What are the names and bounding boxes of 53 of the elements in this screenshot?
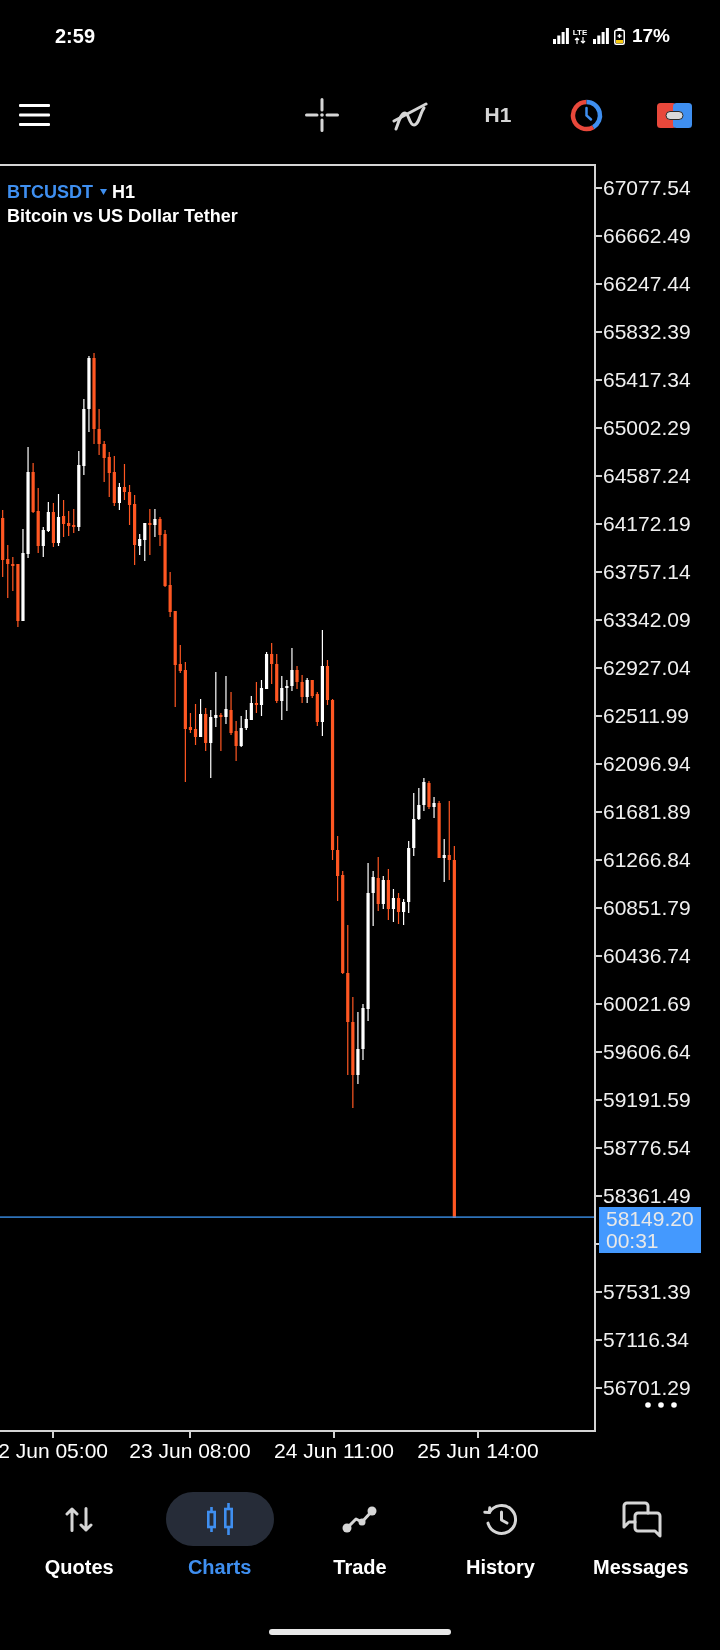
symbol-description: Bitcoin vs US Dollar Tether bbox=[7, 205, 238, 228]
price-axis-label: 65002.29 bbox=[596, 416, 691, 440]
nav-tab[interactable]: Quotes bbox=[25, 1492, 134, 1579]
dropdown-caret-icon bbox=[100, 189, 107, 195]
price-axis-label: 64587.24 bbox=[596, 464, 691, 488]
candlestick-icon[interactable] bbox=[205, 1503, 234, 1535]
signal-icon bbox=[592, 28, 609, 44]
timeframe-button[interactable]: H1 bbox=[480, 98, 516, 132]
price-axis-label: 64172.19 bbox=[596, 512, 691, 536]
nav-tab[interactable]: Trade bbox=[306, 1492, 414, 1579]
price-axis-label: 59191.59 bbox=[596, 1088, 691, 1112]
price-axis-label: 63342.09 bbox=[596, 608, 691, 632]
history-icon[interactable] bbox=[482, 1502, 518, 1536]
price-axis-label: 62096.94 bbox=[596, 752, 691, 776]
signal-icon bbox=[552, 28, 569, 44]
price-axis-label: 65832.39 bbox=[596, 320, 691, 344]
time-axis-label: 23 Jun 08:00 bbox=[129, 1432, 251, 1464]
price-axis-label: 60436.74 bbox=[596, 944, 691, 968]
price-axis-label: 66247.44 bbox=[596, 272, 691, 296]
price-axis-label: 58776.54 bbox=[596, 1136, 691, 1160]
battery-charging-icon bbox=[613, 27, 625, 45]
price-axis-label: 61681.89 bbox=[596, 800, 691, 824]
price-axis-label: 66662.49 bbox=[596, 224, 691, 248]
nav-tab[interactable]: Charts bbox=[165, 1492, 274, 1579]
price-axis-label: 60851.79 bbox=[596, 896, 691, 920]
more-icon[interactable] bbox=[645, 1402, 677, 1408]
nav-tab[interactable]: History bbox=[446, 1492, 555, 1579]
price-axis-label: 67077.54 bbox=[596, 176, 691, 200]
arrows-up-down-icon[interactable] bbox=[65, 1506, 94, 1532]
price-axis-label: 57531.39 bbox=[596, 1280, 691, 1304]
price-axis-label: 62511.99 bbox=[596, 704, 690, 728]
current-price: 58149.20 bbox=[606, 1208, 694, 1230]
price-axis-label: 58361.49 bbox=[596, 1184, 691, 1208]
nav-tab[interactable]: Messages bbox=[586, 1492, 695, 1579]
line-chart-icon[interactable] bbox=[342, 1505, 378, 1533]
price-axis-label: 61266.84 bbox=[596, 848, 691, 872]
network-type: LTE bbox=[572, 28, 588, 37]
time-axis-label: 25 Jun 14:00 bbox=[417, 1432, 539, 1464]
price-axis-label: 56701.29 bbox=[596, 1376, 691, 1400]
time-axis-label: 24 Jun 11:00 bbox=[274, 1432, 394, 1464]
price-axis-label: 65417.34 bbox=[596, 368, 691, 392]
status-time: 2:59 bbox=[55, 24, 96, 48]
price-axis-label: 63757.14 bbox=[596, 560, 691, 584]
data-arrows-icon bbox=[573, 37, 586, 44]
price-axis-label: 57116.34 bbox=[596, 1328, 690, 1352]
price-axis-label: 59606.64 bbox=[596, 1040, 691, 1064]
symbol-name: BTCUSDT bbox=[7, 181, 93, 204]
bar-countdown: 00:31 bbox=[606, 1230, 659, 1252]
battery-percent: 17% bbox=[631, 24, 670, 48]
time-axis-label: 2 Jun 05:00 bbox=[0, 1432, 108, 1464]
price-axis-label: 60021.69 bbox=[596, 992, 691, 1016]
chart-timeframe: H1 bbox=[112, 181, 135, 204]
price-axis-label: 62927.04 bbox=[596, 656, 691, 680]
